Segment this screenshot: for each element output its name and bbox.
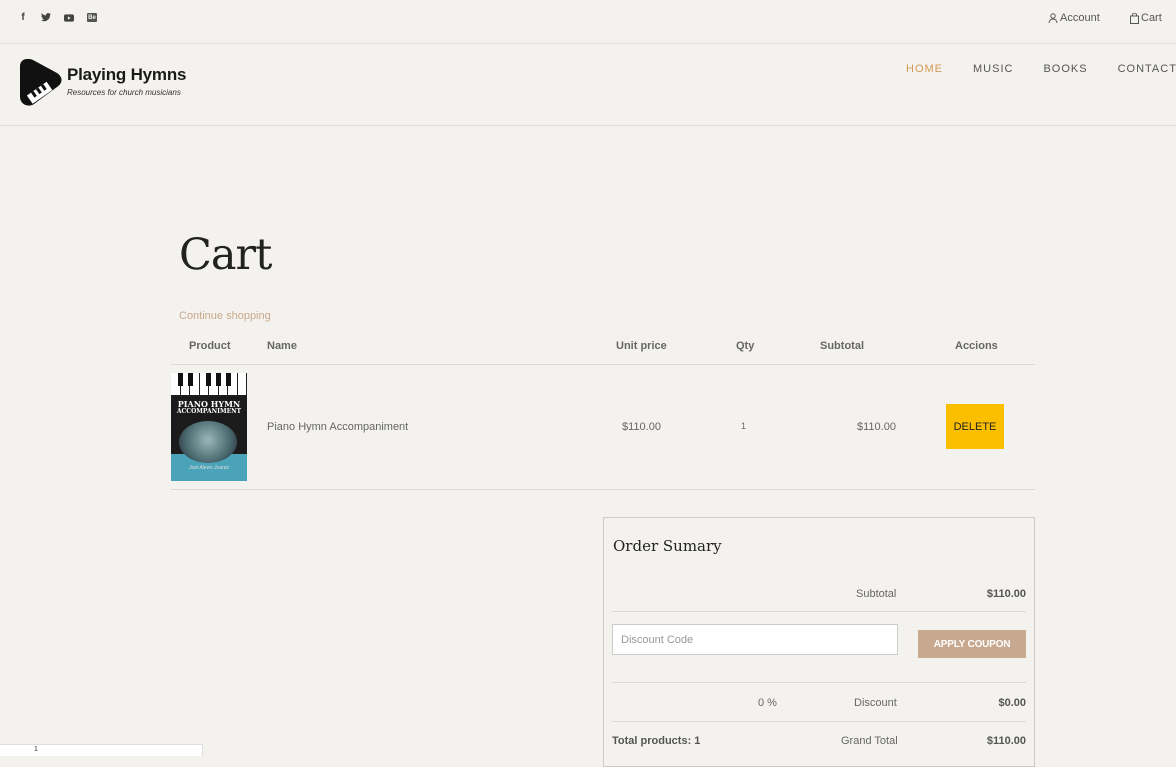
account-link[interactable]: Account	[1048, 12, 1108, 24]
cover-title: PIANO HYMN	[177, 399, 241, 409]
order-summary: Order Sumary Subtotal $110.00 APPLY COUP…	[603, 517, 1035, 767]
nav-books[interactable]: BOOKS	[1043, 63, 1087, 75]
table-header: Product Name Unit price Qty Subtotal Acc…	[171, 336, 1035, 365]
header-qty: Qty	[736, 340, 755, 352]
cover-subtitle: ACCOMPANIMENT	[176, 408, 242, 415]
nav-contact[interactable]: CONTACT	[1118, 63, 1176, 75]
cart-link[interactable]: Cart	[1130, 12, 1162, 24]
logo-title: Playing Hymns	[67, 65, 187, 84]
cover-author: Joel Alevis Juarez	[188, 465, 230, 471]
header-product: Product	[189, 340, 231, 352]
header-name: Name	[267, 340, 297, 352]
cart-table: Product Name Unit price Qty Subtotal Acc…	[171, 336, 1035, 490]
subtotal-value: $110.00	[986, 588, 1026, 600]
table-row: PIANO HYMN ACCOMPANIMENT Joel Alevis Jua…	[171, 365, 1035, 490]
bottom-widget-text: 1	[34, 746, 38, 753]
black-keys-graphic	[178, 373, 231, 386]
page-title: Cart	[179, 230, 272, 280]
discount-code-input[interactable]	[612, 624, 898, 655]
youtube-icon[interactable]	[64, 12, 74, 23]
cover-piano-photo	[179, 421, 237, 463]
grand-total-value: $110.00	[986, 735, 1026, 747]
behance-icon[interactable]: Be	[87, 13, 97, 22]
site-header: Playing Hymns Resources for church music…	[0, 44, 1176, 126]
product-name[interactable]: Piano Hymn Accompaniment	[267, 421, 408, 433]
delete-button[interactable]: DELETE	[946, 404, 1004, 449]
continue-shopping-link[interactable]: Continue shopping	[179, 310, 271, 322]
product-cover-image[interactable]: PIANO HYMN ACCOMPANIMENT Joel Alevis Jua…	[171, 373, 247, 481]
header-actions: Accions	[955, 340, 998, 352]
total-products: Total products: 1	[612, 735, 701, 747]
social-links: f Be	[18, 12, 97, 23]
piano-logo-icon	[20, 59, 62, 106]
top-bar: f Be Account Cart	[0, 0, 1176, 44]
bag-icon	[1130, 12, 1139, 24]
bottom-widget: 1	[0, 744, 203, 756]
discount-label: Discount	[854, 697, 897, 709]
unit-price: $110.00	[622, 421, 661, 433]
grand-total-label: Grand Total	[841, 735, 898, 747]
item-subtotal: $110.00	[857, 421, 896, 433]
quantity: 1	[741, 421, 747, 431]
apply-coupon-button[interactable]: APPLY COUPON	[918, 630, 1026, 658]
summary-title: Order Sumary	[613, 537, 722, 555]
main-nav: HOME MUSIC BOOKS CONTACT	[906, 63, 1176, 75]
nav-music[interactable]: MUSIC	[973, 63, 1013, 75]
discount-value: $0.00	[998, 697, 1026, 709]
header-unit-price: Unit price	[616, 340, 667, 352]
account-label: Account	[1060, 12, 1100, 24]
facebook-icon[interactable]: f	[18, 12, 28, 23]
subtotal-label: Subtotal	[856, 588, 897, 600]
nav-home[interactable]: HOME	[906, 63, 943, 75]
cart-label: Cart	[1141, 12, 1162, 24]
divider	[612, 682, 1026, 683]
user-icon	[1048, 13, 1058, 23]
discount-percent: 0 %	[758, 697, 777, 709]
divider	[612, 611, 1026, 612]
twitter-icon[interactable]	[41, 12, 51, 23]
site-logo[interactable]: Playing Hymns Resources for church music…	[19, 57, 186, 109]
logo-subtitle: Resources for church musicians	[67, 88, 181, 97]
header-subtotal: Subtotal	[820, 340, 864, 352]
divider	[612, 721, 1026, 722]
